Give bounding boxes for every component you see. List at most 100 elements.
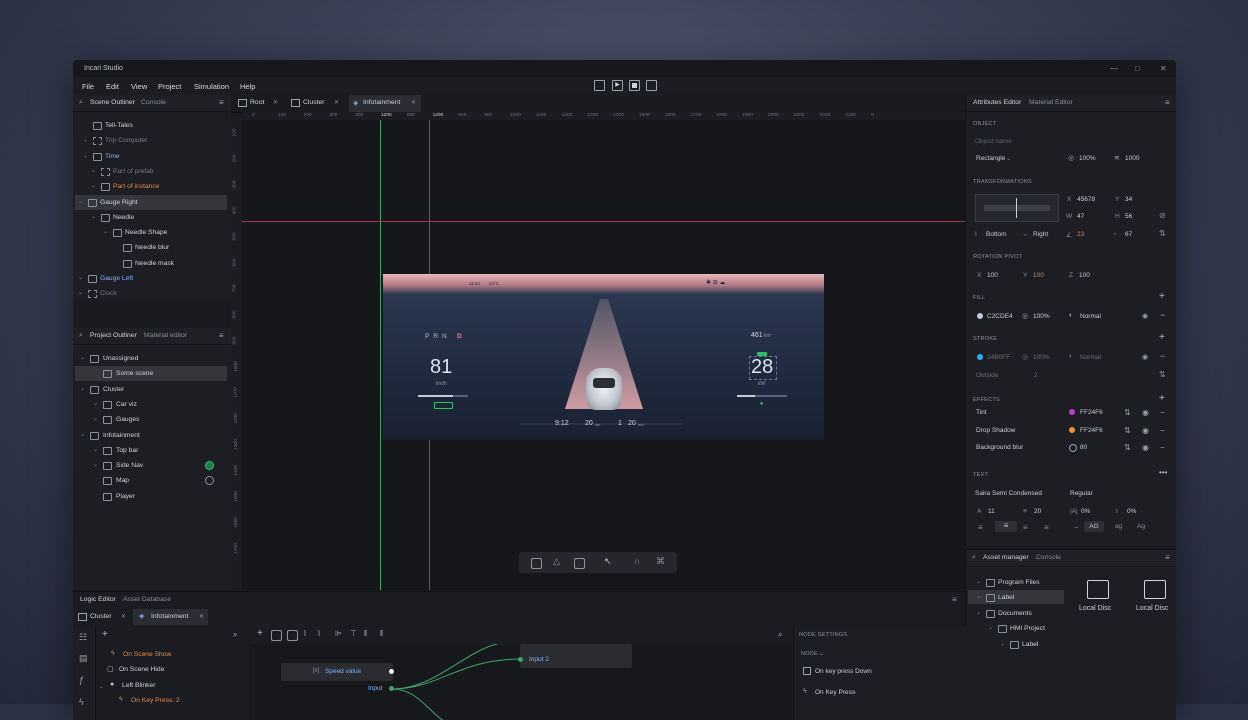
scene-tree-item[interactable]: Needle mask xyxy=(75,256,227,271)
scene-tree-item[interactable]: ⌄ Gauge Right xyxy=(75,194,227,210)
pen-icon[interactable]: △ xyxy=(553,556,560,567)
line-height-value[interactable]: 20 xyxy=(1034,508,1041,515)
project-tree-item[interactable]: ⌄ Car viz xyxy=(75,397,227,412)
asset-tree-item[interactable]: ⌄ Label xyxy=(968,637,1064,651)
input2-port[interactable] xyxy=(518,657,523,662)
pivot-x-value[interactable]: 100 xyxy=(987,272,998,279)
local-disc-1[interactable]: Local Disc xyxy=(1079,578,1119,620)
project-tree-item[interactable]: ⌄ Unassigned xyxy=(75,351,227,366)
close-icon[interactable]: ✕ xyxy=(199,613,204,620)
angle-value[interactable]: 23 xyxy=(1077,231,1084,238)
cluster-preview[interactable]: 11:24 24°C ✱ ⊞ ☁ PRN D 81 km/h 461 km 28… xyxy=(383,274,824,440)
more-icon[interactable]: ••• xyxy=(1159,468,1167,477)
chevron-down-icon[interactable]: ⌄ xyxy=(852,688,857,695)
chevron-down-icon[interactable]: ⌄ xyxy=(93,415,98,422)
chevron-down-icon[interactable]: ⌄ xyxy=(80,354,85,361)
chevron-down-icon[interactable]: ⌄ xyxy=(1000,640,1005,647)
pointer-icon[interactable]: ↖ xyxy=(604,556,612,567)
case-title-button[interactable]: Ag xyxy=(1137,523,1145,530)
scene-tree-item[interactable]: ⌄ Part of prefab xyxy=(75,164,227,179)
remove-icon[interactable]: − xyxy=(1160,443,1165,452)
chevron-down-icon[interactable]: ⌄ xyxy=(103,228,108,235)
chevron-down-icon[interactable]: ⌄ xyxy=(93,461,98,468)
chevron-down-icon[interactable]: ⌄ xyxy=(91,167,96,174)
stroke-color-value[interactable]: 24B0FF xyxy=(987,354,1010,361)
minimize-icon[interactable]: — xyxy=(1110,64,1118,73)
remove-icon[interactable]: − xyxy=(1160,310,1165,320)
scene-tree-item[interactable]: ⌄ Trip Computer xyxy=(75,133,227,148)
scene-tree-item[interactable]: Needle blur xyxy=(75,240,227,255)
tab-scene-outliner[interactable]: Scene Outliner xyxy=(90,99,135,106)
layout-icon[interactable] xyxy=(531,558,542,569)
anchor-horizontal-select[interactable]: Right xyxy=(1033,231,1048,238)
menu-icon[interactable]: ≡ xyxy=(952,595,957,604)
chevron-down-icon[interactable]: ⌄ xyxy=(93,400,98,407)
search-icon[interactable]: ⌕ xyxy=(233,630,237,640)
align-left-icon[interactable]: ⊫ xyxy=(335,629,342,638)
font-weight-select[interactable]: Regular xyxy=(1070,490,1093,497)
effect-color-swatch[interactable] xyxy=(1069,426,1075,433)
asset-tree-item[interactable]: ⌄ Label xyxy=(968,590,1064,605)
search-icon[interactable]: ⌕ xyxy=(79,99,83,107)
menu-icon[interactable]: ≡ xyxy=(219,98,224,107)
align-top-icon[interactable]: ⊤ xyxy=(350,629,357,638)
toggle-icon[interactable] xyxy=(205,461,214,471)
pivot-y-value[interactable]: 100 xyxy=(1033,272,1044,279)
effect-name[interactable]: Background blur xyxy=(976,444,1023,451)
project-tree-item[interactable]: ⌄ Gauges xyxy=(75,412,227,427)
chevron-down-icon[interactable]: ⌄ xyxy=(91,213,96,220)
distribute-v-icon[interactable]: ⫴ xyxy=(380,629,383,639)
tab-material-editor[interactable]: Material Editor xyxy=(1029,99,1073,106)
remove-icon[interactable]: − xyxy=(1160,351,1165,361)
object-name-input[interactable]: Object name xyxy=(975,138,1012,145)
logic-tab-infotainment[interactable]: ◈ Infotainment ✕ xyxy=(133,609,208,625)
scene-tree-item[interactable]: ⌄ Time xyxy=(75,149,227,164)
link-icon[interactable]: ⊘ xyxy=(1159,211,1166,220)
distribute-h-icon[interactable]: ⫴ xyxy=(364,629,367,639)
menu-icon[interactable]: ≡ xyxy=(219,331,224,340)
stroke-position-select[interactable]: Outside xyxy=(976,372,998,379)
scene-tree-item[interactable]: ⌄ Needle Shape xyxy=(75,225,227,240)
search-icon[interactable]: ⌕ xyxy=(778,630,782,640)
menu-icon[interactable]: ≡ xyxy=(1165,553,1170,562)
connect-icon[interactable]: ⌇ xyxy=(317,629,321,638)
chevron-down-icon[interactable]: ⌄ xyxy=(988,624,993,631)
logic-tab-cluster[interactable]: Cluster ✕ xyxy=(77,609,129,625)
group-icon[interactable] xyxy=(271,630,282,641)
case-none-icon[interactable]: − xyxy=(1074,523,1079,532)
event-item[interactable]: ▢ On Scene Hide xyxy=(99,664,239,677)
fill-color-swatch[interactable] xyxy=(977,313,983,319)
stroke-width-value[interactable]: 2 xyxy=(1034,372,1038,379)
menu-project[interactable]: Project xyxy=(158,82,181,91)
project-tree-item[interactable]: ⌄ Top bar xyxy=(75,443,227,458)
tab-asset-database[interactable]: Asset Database xyxy=(123,596,171,603)
case-lower-button[interactable]: ag xyxy=(1115,523,1122,530)
sliders-icon[interactable]: ⇅ xyxy=(1159,229,1166,238)
tab-console[interactable]: Console xyxy=(141,99,166,106)
fill-blend-select[interactable]: Normal xyxy=(1080,313,1101,320)
close-icon[interactable]: ✕ xyxy=(273,99,278,106)
close-icon[interactable]: ✕ xyxy=(121,613,126,620)
eye-icon[interactable]: ◉ xyxy=(1142,408,1149,417)
node-graph-canvas[interactable]: [x] Speed value Input Input 2 xyxy=(249,644,792,720)
scene-tree-item[interactable]: ⌄ Part of instance xyxy=(75,179,227,194)
scene-tree-item[interactable]: ⌄ Needle xyxy=(75,210,227,225)
align-center-icon[interactable]: ≡ xyxy=(995,521,1017,532)
command-icon[interactable]: ⌘ xyxy=(656,556,665,567)
chevron-down-icon[interactable]: ⌄ xyxy=(93,446,98,453)
maximize-icon[interactable]: □ xyxy=(1135,64,1140,73)
close-icon[interactable]: ✕ xyxy=(411,99,416,106)
local-disc-2[interactable]: Local Disc xyxy=(1136,578,1176,620)
magnet-icon[interactable]: ∩ xyxy=(634,556,640,566)
tab-project-outliner[interactable]: Project Outliner xyxy=(90,332,137,339)
event-item[interactable]: ⌄ ● Left Blinker xyxy=(99,680,239,693)
chevron-down-icon[interactable]: ⌄ xyxy=(91,182,96,189)
stroke-color-swatch[interactable] xyxy=(977,354,983,360)
chevron-down-icon[interactable]: ⌄ xyxy=(78,274,83,281)
sliders-icon[interactable]: ⇅ xyxy=(1124,426,1131,435)
scene-tree-item[interactable]: ⌄ Clock xyxy=(75,286,227,300)
remove-icon[interactable]: − xyxy=(1160,426,1165,435)
menu-file[interactable]: File xyxy=(82,82,94,91)
close-icon[interactable]: ✕ xyxy=(334,99,339,106)
close-icon[interactable]: ✕ xyxy=(1160,64,1167,73)
